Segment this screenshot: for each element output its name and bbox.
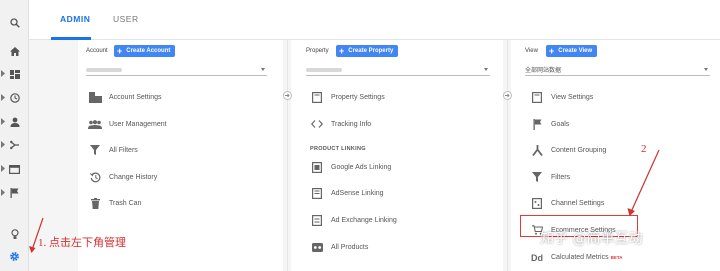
dashboard-icon[interactable] bbox=[5, 66, 24, 82]
building-icon bbox=[88, 91, 102, 103]
step-1-label: 1. 点击左下角管理 bbox=[38, 237, 126, 249]
filter-icon bbox=[530, 171, 544, 183]
calculated-metrics-item[interactable]: Dd Calculated Metrics BETA bbox=[530, 250, 623, 264]
trash-icon bbox=[88, 197, 102, 209]
tab-user[interactable]: USER bbox=[113, 14, 139, 24]
dd-icon: Dd bbox=[530, 251, 544, 263]
users-icon bbox=[88, 118, 102, 130]
content-grouping-item[interactable]: Content Grouping bbox=[530, 143, 606, 157]
change-history-item[interactable]: Change History bbox=[88, 170, 157, 184]
all-products-label: All Products bbox=[331, 243, 369, 251]
trash-can-label: Trash Can bbox=[109, 199, 142, 207]
channel-settings-label: Channel Settings bbox=[551, 199, 605, 207]
redacted-account-name bbox=[86, 67, 122, 72]
google-ads-linking-label: Google Ads Linking bbox=[331, 163, 392, 171]
step-2-label: 2 bbox=[641, 143, 647, 155]
view-label: View bbox=[525, 48, 538, 54]
svg-text:Dd: Dd bbox=[531, 253, 543, 262]
channel-settings-item[interactable]: Channel Settings bbox=[530, 196, 604, 210]
trash-can-item[interactable]: Trash Can bbox=[88, 196, 141, 210]
tab-bar: ADMIN USER bbox=[29, 0, 720, 40]
page-icon bbox=[530, 91, 544, 103]
home-icon[interactable] bbox=[5, 43, 24, 59]
adsense-linking-label: AdSense Linking bbox=[331, 189, 384, 197]
property-settings-label: Property Settings bbox=[331, 93, 385, 101]
goals-label: Goals bbox=[551, 120, 570, 128]
watermark: 知乎 @简单互动 bbox=[540, 231, 643, 247]
goals-item[interactable]: Goals bbox=[530, 117, 569, 131]
user-management-label: User Management bbox=[109, 120, 167, 128]
ad-exchange-linking-item[interactable]: Ad Exchange Linking bbox=[310, 213, 397, 227]
column-divider bbox=[507, 40, 508, 271]
acquisition-icon[interactable] bbox=[5, 137, 24, 153]
all-filters-item[interactable]: All Filters bbox=[88, 143, 138, 157]
property-label: Property bbox=[306, 48, 329, 54]
adsense-linking-item[interactable]: AdSense Linking bbox=[310, 186, 384, 200]
content-grouping-label: Content Grouping bbox=[551, 146, 607, 154]
plus-icon: + bbox=[339, 45, 345, 56]
channel-icon bbox=[530, 197, 544, 209]
code-icon bbox=[310, 118, 324, 130]
ad-exchange-linking-label: Ad Exchange Linking bbox=[331, 216, 397, 224]
all-filters-label: All Filters bbox=[109, 146, 138, 154]
arrow-right-icon bbox=[503, 91, 512, 100]
create-account-button[interactable]: + Create Account bbox=[114, 45, 176, 57]
view-select-value: 全部网站数据 bbox=[525, 68, 562, 74]
view-settings-label: View Settings bbox=[551, 93, 594, 101]
search-icon[interactable] bbox=[5, 15, 24, 31]
account-settings-item[interactable]: Account Settings bbox=[88, 90, 162, 104]
view-settings-item[interactable]: View Settings bbox=[530, 90, 593, 104]
calculated-metrics-label: Calculated Metrics bbox=[551, 253, 609, 261]
account-settings-label: Account Settings bbox=[109, 93, 162, 101]
tracking-info-item[interactable]: Tracking Info bbox=[310, 117, 371, 131]
chevron-down-icon bbox=[484, 68, 488, 71]
chevron-down-icon bbox=[261, 68, 265, 71]
ad-exchange-icon bbox=[310, 214, 324, 226]
person-icon[interactable] bbox=[5, 114, 24, 130]
view-select[interactable]: 全部网站数据 bbox=[525, 64, 710, 76]
browser-icon[interactable] bbox=[5, 161, 24, 177]
chevron-down-icon bbox=[704, 68, 708, 71]
lightbulb-icon[interactable] bbox=[5, 226, 24, 242]
flag-icon[interactable] bbox=[5, 185, 24, 201]
filters-label: Filters bbox=[551, 173, 571, 181]
all-products-icon bbox=[310, 241, 324, 253]
tracking-info-label: Tracking Info bbox=[331, 120, 372, 128]
left-nav-sidebar bbox=[0, 0, 29, 271]
tab-admin[interactable]: ADMIN bbox=[60, 14, 90, 24]
redacted-property-name bbox=[306, 67, 342, 72]
create-property-button[interactable]: + Create Property bbox=[336, 45, 399, 57]
column-divider bbox=[287, 40, 288, 271]
property-settings-item[interactable]: Property Settings bbox=[310, 90, 385, 104]
create-property-label: Create Property bbox=[348, 48, 394, 54]
create-account-label: Create Account bbox=[126, 48, 171, 54]
filter-icon bbox=[88, 144, 102, 156]
plus-icon: + bbox=[117, 45, 123, 56]
change-history-label: Change History bbox=[109, 173, 158, 181]
user-management-item[interactable]: User Management bbox=[88, 117, 167, 131]
flag-icon bbox=[530, 118, 544, 130]
product-linking-heading: PRODUCT LINKING bbox=[310, 146, 366, 152]
history-icon bbox=[88, 171, 102, 183]
account-select[interactable] bbox=[86, 64, 267, 76]
google-ads-icon bbox=[310, 161, 324, 173]
google-ads-linking-item[interactable]: Google Ads Linking bbox=[310, 160, 391, 174]
ga-admin-screen: ADMIN USER Account + Create Account Accou… bbox=[0, 0, 720, 271]
adsense-icon bbox=[310, 187, 324, 199]
plus-icon: + bbox=[549, 45, 555, 56]
clock-icon[interactable] bbox=[5, 90, 24, 106]
create-view-button[interactable]: + Create View bbox=[546, 45, 598, 57]
arrow-right-icon bbox=[283, 91, 292, 100]
property-select[interactable] bbox=[306, 64, 490, 76]
all-products-item[interactable]: All Products bbox=[310, 240, 368, 254]
grouping-icon bbox=[530, 144, 544, 156]
filters-item[interactable]: Filters bbox=[530, 170, 570, 184]
beta-badge: BETA bbox=[610, 254, 623, 260]
gear-icon[interactable] bbox=[5, 248, 24, 264]
page-icon bbox=[310, 91, 324, 103]
create-view-label: Create View bbox=[558, 48, 593, 54]
account-label: Account bbox=[86, 48, 108, 54]
